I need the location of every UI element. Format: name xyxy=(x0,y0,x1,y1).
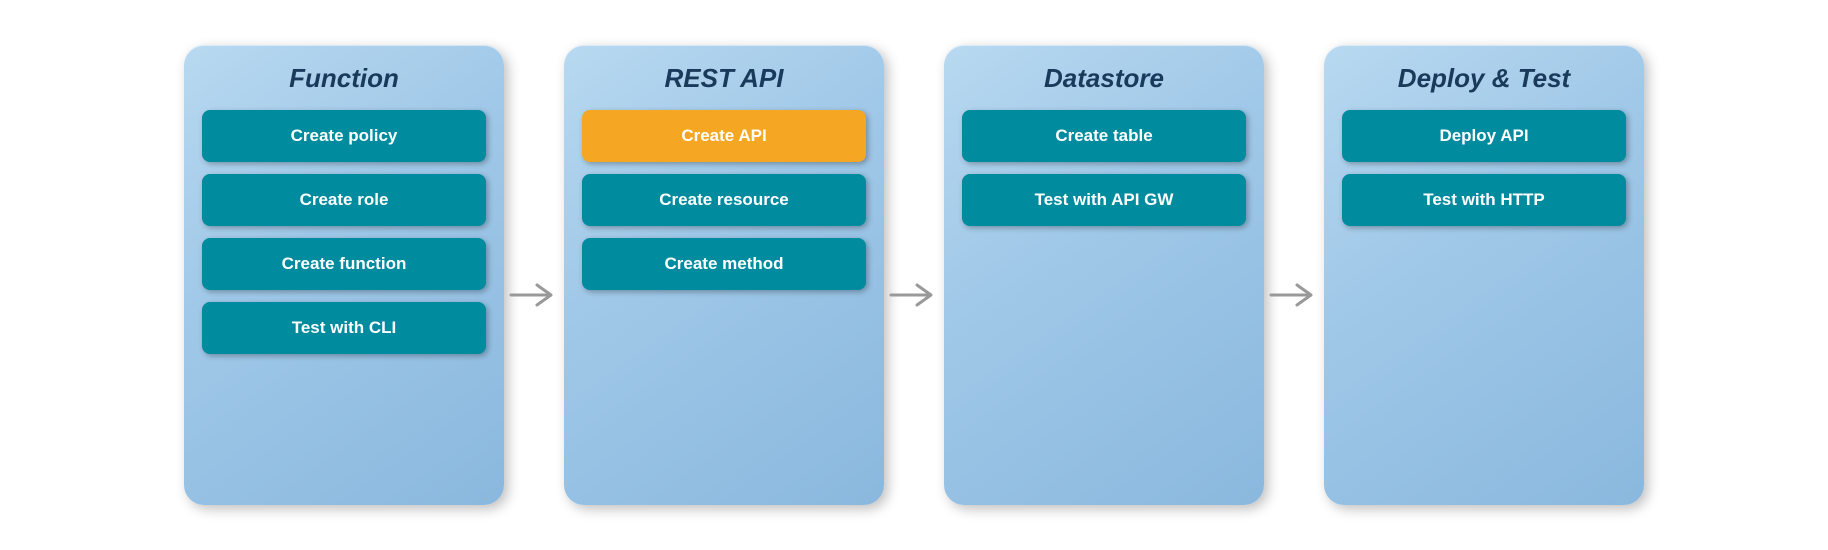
panel-title-rest-api: REST API xyxy=(665,63,784,94)
arrow-3 xyxy=(1264,275,1324,315)
btn-test-with-cli[interactable]: Test with CLI xyxy=(202,302,486,354)
btn-create-role[interactable]: Create role xyxy=(202,174,486,226)
btn-create-resource[interactable]: Create resource xyxy=(582,174,866,226)
btn-label: Create API xyxy=(681,126,766,145)
btn-create-api[interactable]: Create API xyxy=(582,110,866,162)
panel-datastore: Datastore Create table Test with API GW xyxy=(944,45,1264,505)
btn-create-policy[interactable]: Create policy xyxy=(202,110,486,162)
btn-label: Create method xyxy=(664,254,783,273)
btn-create-method[interactable]: Create method xyxy=(582,238,866,290)
btn-deploy-api[interactable]: Deploy API xyxy=(1342,110,1626,162)
panel-title-deploy-test: Deploy & Test xyxy=(1398,63,1570,94)
btn-label: Create role xyxy=(300,190,389,209)
arrow-2 xyxy=(884,275,944,315)
btn-label: Test with HTTP xyxy=(1423,190,1545,209)
btn-label: Create function xyxy=(282,254,407,273)
panel-title-function: Function xyxy=(289,63,399,94)
btn-create-function[interactable]: Create function xyxy=(202,238,486,290)
btn-label: Test with API GW xyxy=(1035,190,1174,209)
panel-rest-api: REST API Create API Create resource Create … xyxy=(564,45,884,505)
btn-test-with-api-gw[interactable]: Test with API GW xyxy=(962,174,1246,226)
btn-label: Create table xyxy=(1055,126,1152,145)
diagram: Function Create policy Create role Create f… xyxy=(144,15,1684,535)
panel-title-datastore: Datastore xyxy=(1044,63,1164,94)
btn-create-table[interactable]: Create table xyxy=(962,110,1246,162)
btn-label: Create policy xyxy=(291,126,398,145)
btn-label: Create resource xyxy=(659,190,788,209)
arrow-1 xyxy=(504,275,564,315)
btn-label: Deploy API xyxy=(1439,126,1528,145)
panel-function: Function Create policy Create role Create f… xyxy=(184,45,504,505)
btn-label: Test with CLI xyxy=(292,318,397,337)
btn-test-with-http[interactable]: Test with HTTP xyxy=(1342,174,1626,226)
panel-deploy-test: Deploy & Test Deploy API Test with HTTP xyxy=(1324,45,1644,505)
